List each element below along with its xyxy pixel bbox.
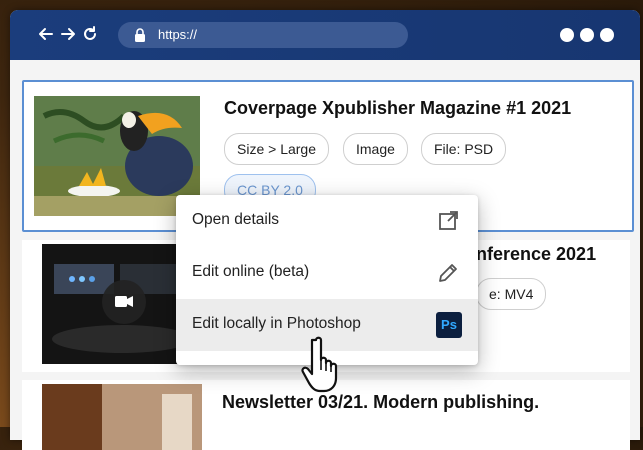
item-title[interactable]: Coverpage Xpublisher Magazine #1 2021 (224, 98, 571, 119)
menu-item-label: Open details (192, 211, 280, 228)
hand-pointer-icon (301, 336, 338, 393)
reload-icon[interactable] (80, 24, 100, 44)
forward-arrow-icon[interactable] (58, 24, 78, 44)
tag-chip[interactable]: File: PSD (421, 133, 507, 165)
menu-dot-icon[interactable] (580, 28, 594, 42)
open-external-icon (439, 211, 458, 230)
back-arrow-icon[interactable] (36, 24, 56, 44)
url-text: https:// (158, 27, 198, 42)
item-title[interactable]: Newsletter 03/21. Modern publishing. (222, 392, 539, 413)
item-title[interactable]: nference 2021 (476, 244, 596, 265)
photoshop-icon: Ps (436, 312, 462, 338)
lock-icon (135, 28, 145, 42)
address-bar[interactable]: https:// (118, 22, 408, 48)
menu-item-label: Edit online (beta) (192, 263, 310, 280)
menu-dot-icon[interactable] (560, 28, 574, 42)
menu-item-label: Edit locally in Photoshop (192, 315, 361, 332)
tag-chip[interactable]: e: MV4 (476, 278, 547, 310)
tag-chip[interactable]: Image (343, 133, 408, 165)
menu-dot-icon[interactable] (600, 28, 614, 42)
tag-chip[interactable]: Size > Large (224, 133, 329, 165)
menu-item-open-details[interactable]: Open details (176, 195, 478, 247)
menu-item-edit-online[interactable]: Edit online (beta) (176, 247, 478, 299)
browser-toolbar: https:// (10, 10, 640, 60)
thumbnail-image[interactable] (42, 384, 202, 450)
pencil-icon (439, 264, 457, 282)
